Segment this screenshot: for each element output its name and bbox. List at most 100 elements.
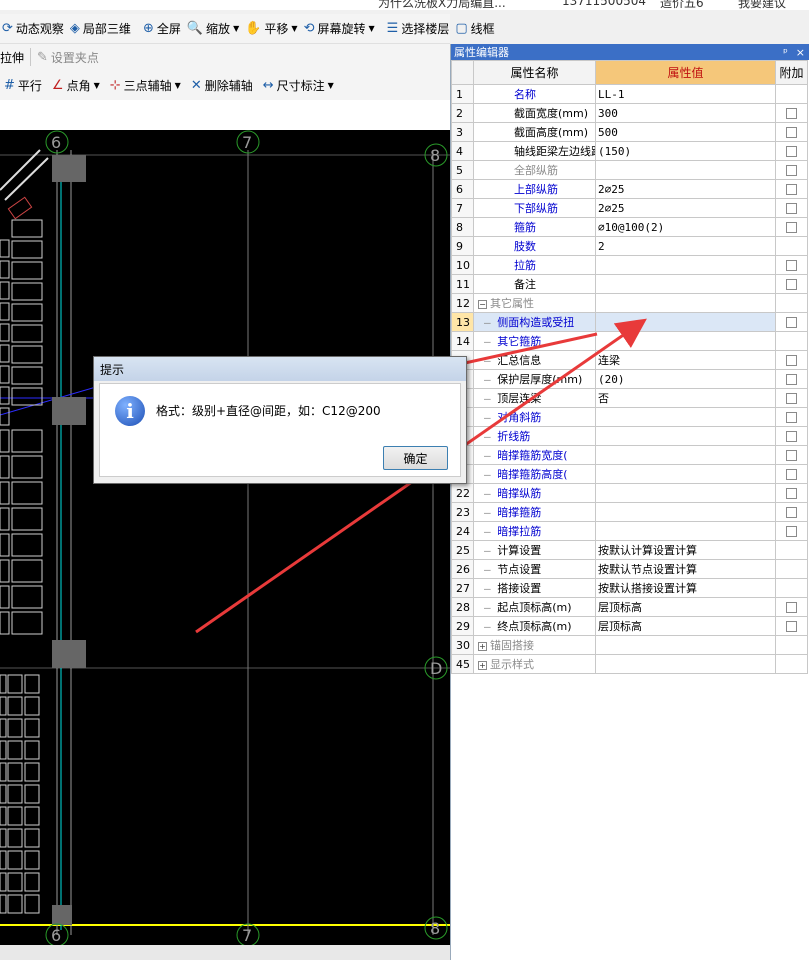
extra-checkbox[interactable] (786, 317, 797, 328)
ok-button[interactable]: 确定 (383, 446, 448, 470)
toolbar-button-3d-view[interactable]: ◈ 局部三维 (70, 20, 131, 37)
property-name-cell[interactable]: — 暗撑箍筋高度( (473, 464, 596, 484)
property-row[interactable]: — 暗撑箍筋高度( (451, 464, 808, 484)
property-name-cell[interactable]: 截面宽度(mm) (473, 103, 596, 123)
chevron-down-icon[interactable]: ▼ (291, 24, 297, 33)
property-name-cell[interactable]: — 侧面构造或受扭 (473, 312, 596, 332)
extra-checkbox[interactable] (786, 621, 797, 632)
property-name-cell[interactable]: — 暗撑纵筋 (473, 483, 596, 503)
chevron-down-icon[interactable]: ▼ (175, 81, 181, 90)
property-name-cell[interactable]: — 暗撑拉筋 (473, 521, 596, 541)
toolbar-button-wireframe[interactable]: ▢ 线框 (455, 20, 494, 37)
extra-checkbox[interactable] (786, 108, 797, 119)
property-row[interactable]: 29— 终点顶标高(m) 层顶标高 (451, 616, 808, 636)
property-name-cell[interactable]: 全部纵筋 (473, 160, 596, 180)
property-row[interactable]: — 顶层连梁否 (451, 388, 808, 408)
chevron-down-icon[interactable]: ▼ (328, 81, 334, 90)
property-row[interactable]: 23— 暗撑箍筋 (451, 502, 808, 522)
extra-checkbox[interactable] (786, 602, 797, 613)
property-name-cell[interactable]: — 节点设置 (473, 559, 596, 579)
property-value[interactable] (595, 331, 776, 351)
property-name-cell[interactable]: 备注 (473, 274, 596, 294)
property-value[interactable] (595, 312, 776, 332)
property-name-cell[interactable]: + 显示样式 (473, 654, 596, 674)
chevron-down-icon[interactable]: ▼ (94, 81, 100, 90)
property-name-cell[interactable]: 截面高度(mm) (473, 122, 596, 142)
property-value[interactable]: 500 (595, 122, 776, 142)
property-value[interactable] (595, 521, 776, 541)
property-value[interactable]: LL-1 (595, 84, 776, 104)
property-name-cell[interactable]: 下部纵筋 (473, 198, 596, 218)
property-name-cell[interactable]: 拉筋 (473, 255, 596, 275)
property-row[interactable]: 4 轴线距梁左边线距 (150) (451, 141, 808, 161)
extra-checkbox[interactable] (786, 184, 797, 195)
property-name-cell[interactable]: — 起点顶标高(m) (473, 597, 596, 617)
property-name-cell[interactable]: 肢数 (473, 236, 596, 256)
property-name-cell[interactable]: — 保护层厚度(mm) (473, 369, 596, 389)
property-value[interactable]: ⌀10@100(2) (595, 217, 776, 237)
pin-icon[interactable]: ᵖ (783, 46, 788, 59)
property-value[interactable]: 2⌀25 (595, 179, 776, 199)
extra-checkbox[interactable] (786, 469, 797, 480)
property-value[interactable]: 否 (595, 388, 776, 408)
property-name-cell[interactable]: — 折线筋 (473, 426, 596, 446)
header-value[interactable]: 属性值 (595, 60, 776, 85)
toolbar-button-zoom[interactable]: 🔍 缩放 ▼ (187, 20, 239, 37)
expand-icon[interactable]: + (478, 641, 487, 651)
extra-checkbox[interactable] (786, 203, 797, 214)
property-name-cell[interactable]: 名称 (473, 84, 596, 104)
property-row[interactable]: 3 截面高度(mm) 500 (451, 122, 808, 142)
toolbar-button-delete-axis[interactable]: ✕ 删除辅轴 (191, 77, 253, 94)
extra-checkbox[interactable] (786, 431, 797, 442)
property-row[interactable]: 24— 暗撑拉筋 (451, 521, 808, 541)
property-value[interactable] (595, 635, 776, 655)
property-value[interactable] (595, 426, 776, 446)
toolbar-button-orbit[interactable]: ⟳ 动态观察 (2, 20, 64, 37)
property-name-cell[interactable]: — 终点顶标高(m) (473, 616, 596, 636)
property-value[interactable] (595, 293, 776, 313)
property-value[interactable]: (150) (595, 141, 776, 161)
extra-checkbox[interactable] (786, 279, 797, 290)
extra-checkbox[interactable] (786, 146, 797, 157)
property-row[interactable]: 2 截面宽度(mm) 300 (451, 103, 808, 123)
drawing-canvas[interactable]: 6 7 8 D 6 7 8 (0, 130, 450, 945)
property-row[interactable]: — 折线筋 (451, 426, 808, 446)
property-row[interactable]: 28— 起点顶标高(m) 层顶标高 (451, 597, 808, 617)
property-row[interactable]: 6 上部纵筋 2⌀25 (451, 179, 808, 199)
property-row[interactable]: — 对角斜筋 (451, 407, 808, 427)
property-row[interactable]: 13— 侧面构造或受扭 (451, 312, 808, 332)
toolbar-button-floor[interactable]: ☰ 选择楼层 (387, 20, 450, 37)
property-row[interactable]: 22— 暗撑纵筋 (451, 483, 808, 503)
extra-checkbox[interactable] (786, 127, 797, 138)
extra-checkbox[interactable] (786, 412, 797, 423)
extra-checkbox[interactable] (786, 507, 797, 518)
property-row[interactable]: 27— 搭接设置 按默认搭接设置计算 (451, 578, 808, 598)
property-row[interactable]: — 汇总信息 连梁 (451, 350, 808, 370)
property-value[interactable] (595, 483, 776, 503)
property-value[interactable]: 按默认节点设置计算 (595, 559, 776, 579)
property-name-cell[interactable]: — 其它箍筋 (473, 331, 596, 351)
property-row[interactable]: 30 + 锚固搭接 (451, 635, 808, 655)
property-name-cell[interactable]: — 暗撑箍筋 (473, 502, 596, 522)
property-value[interactable] (595, 445, 776, 465)
collapse-icon[interactable]: − (478, 299, 487, 309)
property-value[interactable] (595, 160, 776, 180)
property-name-cell[interactable]: — 汇总信息 (473, 350, 596, 370)
property-name-cell[interactable]: + 锚固搭接 (473, 635, 596, 655)
property-row[interactable]: — 保护层厚度(mm) (20) (451, 369, 808, 389)
stretch-button[interactable]: 拉伸 (0, 49, 24, 66)
property-value[interactable]: 300 (595, 103, 776, 123)
property-value[interactable] (595, 464, 776, 484)
property-value[interactable]: 按默认计算设置计算 (595, 540, 776, 560)
header-extra[interactable]: 附加 (775, 60, 808, 85)
close-icon[interactable]: × (796, 46, 805, 59)
chevron-down-icon[interactable]: ▼ (233, 24, 239, 33)
property-value[interactable]: 2 (595, 236, 776, 256)
property-row[interactable]: 5 全部纵筋 (451, 160, 808, 180)
extra-checkbox[interactable] (786, 374, 797, 385)
property-name-cell[interactable]: — 暗撑箍筋宽度( (473, 445, 596, 465)
property-value[interactable]: 层顶标高 (595, 616, 776, 636)
toolbar-button-point-angle[interactable]: ∠ 点角 ▼ (52, 77, 100, 94)
property-row[interactable]: 26— 节点设置 按默认节点设置计算 (451, 559, 808, 579)
extra-checkbox[interactable] (786, 488, 797, 499)
